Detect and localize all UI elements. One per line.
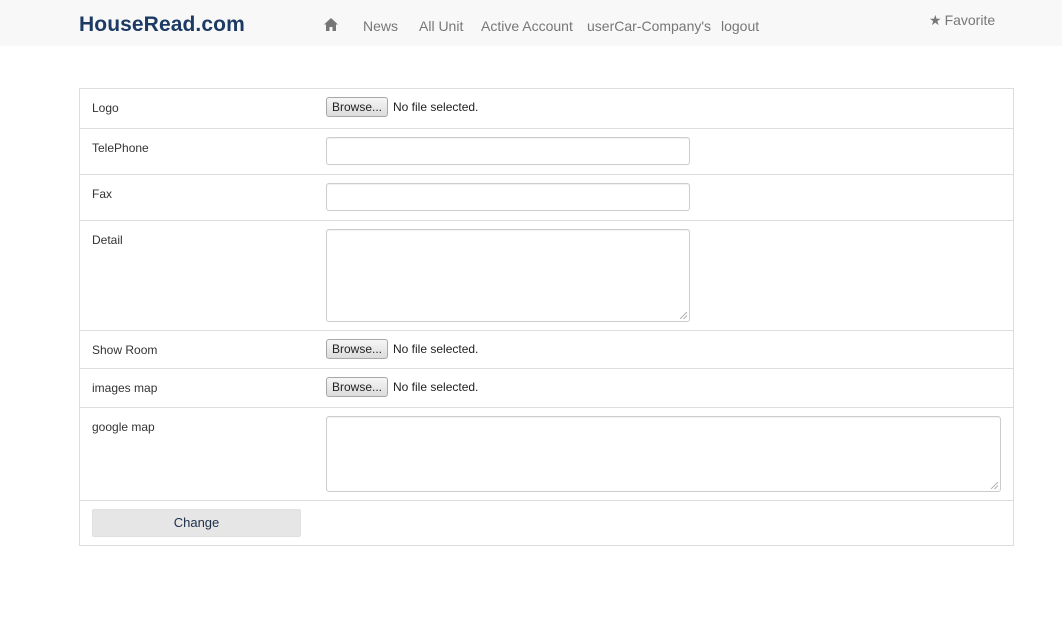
show-room-browse-button[interactable]: Browse... — [326, 339, 388, 359]
logo-browse-button[interactable]: Browse... — [326, 97, 388, 117]
label-telephone: TelePhone — [92, 141, 149, 155]
telephone-input[interactable] — [326, 137, 690, 165]
company-form: Logo Browse... No file selected. TelePho… — [79, 88, 1014, 546]
google-map-textarea[interactable] — [326, 416, 1001, 492]
images-map-file-status: No file selected. — [393, 380, 479, 394]
row-logo: Logo Browse... No file selected. — [80, 89, 1013, 128]
label-detail: Detail — [92, 233, 123, 247]
nav-link-usercar-company[interactable]: userCar-Company's — [587, 18, 711, 34]
favorite-label: Favorite — [944, 12, 996, 28]
label-images-map: images map — [92, 381, 158, 395]
label-google-map: google map — [92, 420, 155, 434]
show-room-file-input[interactable]: Browse... No file selected. — [326, 339, 478, 359]
brand-logo[interactable]: HouseRead.com — [79, 13, 245, 37]
nav-link-active-account[interactable]: Active Account — [481, 18, 573, 34]
detail-textarea[interactable] — [326, 229, 690, 322]
nav-link-all-unit[interactable]: All Unit — [419, 18, 463, 34]
row-show-room: Show Room Browse... No file selected. — [80, 330, 1013, 368]
row-submit: Change — [80, 500, 1013, 545]
resize-grip-icon[interactable] — [991, 482, 998, 489]
label-logo: Logo — [92, 101, 119, 115]
nav-link-news[interactable]: News — [363, 18, 398, 34]
row-images-map: images map Browse... No file selected. — [80, 368, 1013, 407]
row-fax: Fax — [80, 174, 1013, 220]
logo-file-input[interactable]: Browse... No file selected. — [326, 97, 478, 117]
images-map-browse-button[interactable]: Browse... — [326, 377, 388, 397]
nav-link-logout[interactable]: logout — [721, 18, 759, 34]
fax-input[interactable] — [326, 183, 690, 211]
change-button[interactable]: Change — [92, 509, 301, 537]
logo-file-status: No file selected. — [393, 100, 479, 114]
navbar: HouseRead.com News All Unit Active Accou… — [0, 0, 1062, 46]
images-map-file-input[interactable]: Browse... No file selected. — [326, 377, 478, 397]
home-icon[interactable] — [323, 17, 339, 32]
favorite-link[interactable]: ★ Favorite — [929, 12, 995, 29]
row-telephone: TelePhone — [80, 128, 1013, 174]
row-detail: Detail — [80, 220, 1013, 330]
star-icon: ★ — [929, 12, 942, 28]
resize-grip-icon[interactable] — [680, 312, 687, 319]
label-fax: Fax — [92, 187, 113, 201]
row-google-map: google map — [80, 407, 1013, 500]
label-show-room: Show Room — [92, 343, 158, 357]
show-room-file-status: No file selected. — [393, 342, 479, 356]
